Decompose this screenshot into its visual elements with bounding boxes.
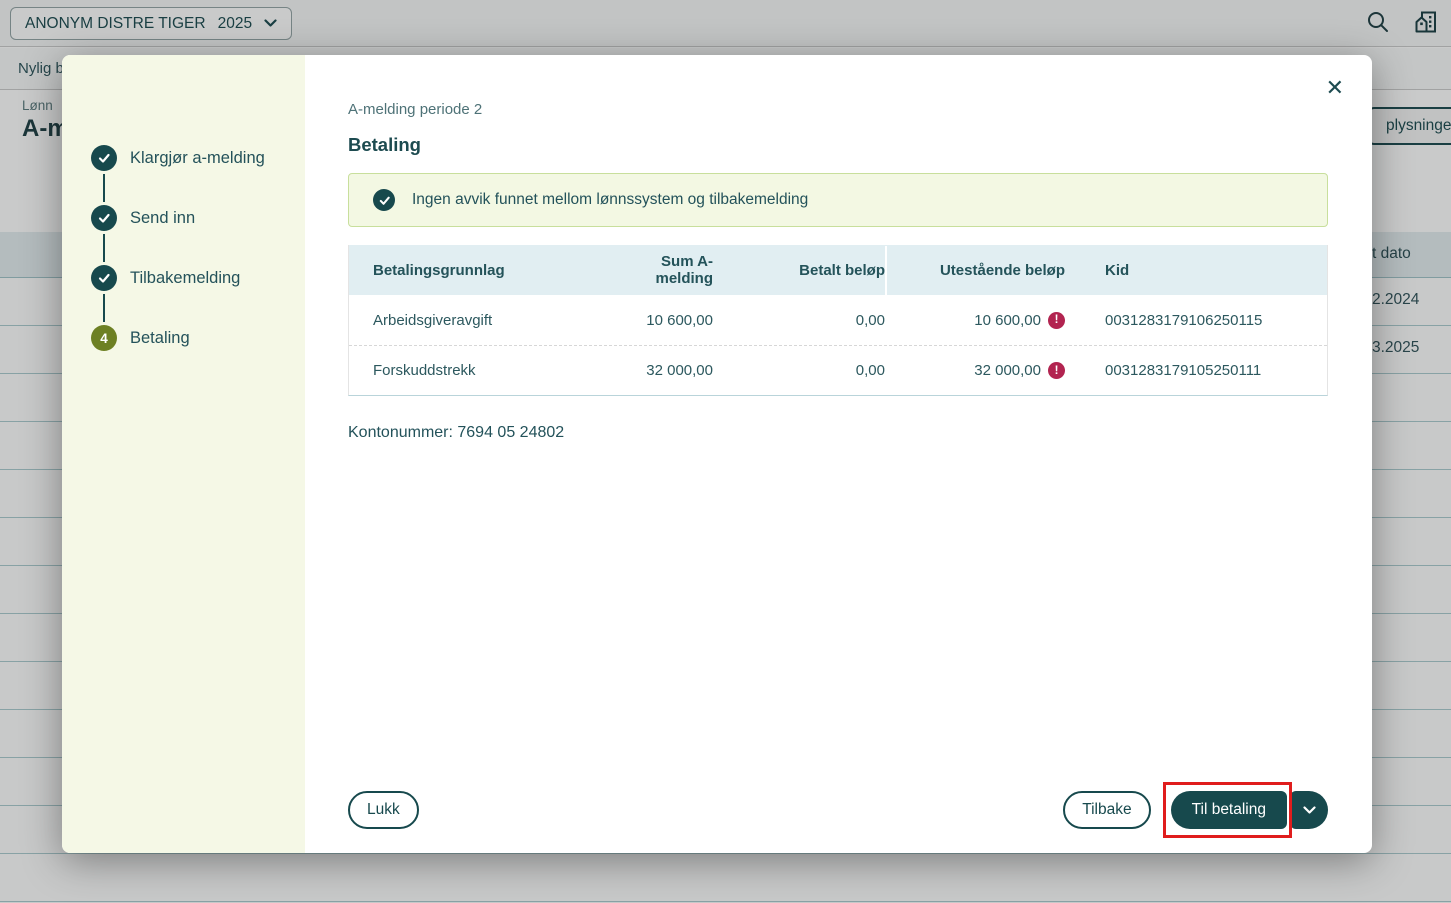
banner-message: Ingen avvik funnet mellom lønnssystem og… (412, 191, 808, 209)
account-number: Kontonummer: 7694 05 24802 (348, 424, 1328, 442)
step-number-badge: 4 (91, 325, 117, 351)
cell-grunnlag: Arbeidsgiveravgift (373, 312, 613, 329)
modal-content: ✕ A-melding periode 2 Betaling Ingen avv… (305, 55, 1372, 853)
step-label: Send inn (130, 209, 195, 228)
modal-eyebrow: A-melding periode 2 (348, 101, 1328, 118)
table-row-forskuddstrekk: Forskuddstrekk 32 000,00 0,00 32 000,00 … (349, 345, 1327, 395)
til-betaling-button[interactable]: Til betaling (1171, 791, 1287, 829)
cell-betalt: 0,00 (713, 312, 885, 329)
til-betaling-dropdown-button[interactable] (1290, 791, 1328, 829)
payment-table-header: Betalingsgrunnlag Sum A-melding Betalt b… (349, 245, 1327, 295)
warning-icon[interactable]: ! (1048, 312, 1065, 329)
col-kid: Kid (1065, 262, 1303, 279)
step-send-inn[interactable]: Send inn (91, 205, 305, 231)
til-betaling-split-button: Til betaling (1171, 791, 1328, 829)
cell-utestaende: 32 000,00 ! (885, 362, 1065, 379)
success-banner: Ingen avvik funnet mellom lønnssystem og… (348, 173, 1328, 227)
column-divider (885, 246, 887, 295)
cell-grunnlag: Forskuddstrekk (373, 362, 613, 379)
a-melding-wizard-modal: Klargjør a-melding Send inn Tilbakemeldi… (62, 55, 1372, 853)
check-icon (91, 145, 117, 171)
col-utestaende-belop: Utestående beløp (885, 262, 1065, 279)
cell-betalt: 0,00 (713, 362, 885, 379)
step-betaling-current[interactable]: 4 Betaling (91, 325, 305, 351)
lukk-button[interactable]: Lukk (348, 791, 419, 829)
cell-kid: 0031283179106250115 (1065, 312, 1303, 329)
cell-kid: 0031283179105250111 (1065, 362, 1303, 379)
step-label: Tilbakemelding (130, 269, 240, 288)
col-betalingsgrunnlag: Betalingsgrunnlag (373, 262, 613, 279)
col-sum-a-melding: Sum A-melding (613, 253, 713, 287)
wizard-steps-sidebar: Klargjør a-melding Send inn Tilbakemeldi… (62, 55, 305, 853)
cell-sum: 10 600,00 (613, 312, 713, 329)
step-klargjor-a-melding[interactable]: Klargjør a-melding (91, 145, 305, 171)
cell-sum: 32 000,00 (613, 362, 713, 379)
cell-utestaende: 10 600,00 ! (885, 312, 1065, 329)
payment-table: Betalingsgrunnlag Sum A-melding Betalt b… (348, 245, 1328, 396)
tilbake-button[interactable]: Tilbake (1063, 791, 1150, 829)
modal-footer: Lukk Tilbake Til betaling (348, 791, 1328, 829)
modal-title: Betaling (348, 134, 1328, 156)
check-icon (91, 205, 117, 231)
step-tilbakemelding[interactable]: Tilbakemelding (91, 265, 305, 291)
step-label: Betaling (130, 329, 190, 348)
check-icon (91, 265, 117, 291)
check-icon (373, 189, 395, 211)
warning-icon[interactable]: ! (1048, 362, 1065, 379)
red-highlight-box: Til betaling (1171, 791, 1287, 829)
step-label: Klargjør a-melding (130, 149, 265, 168)
close-icon[interactable]: ✕ (1326, 77, 1344, 99)
col-betalt-belop: Betalt beløp (713, 262, 885, 279)
table-row-arbeidsgiveravgift: Arbeidsgiveravgift 10 600,00 0,00 10 600… (349, 295, 1327, 345)
